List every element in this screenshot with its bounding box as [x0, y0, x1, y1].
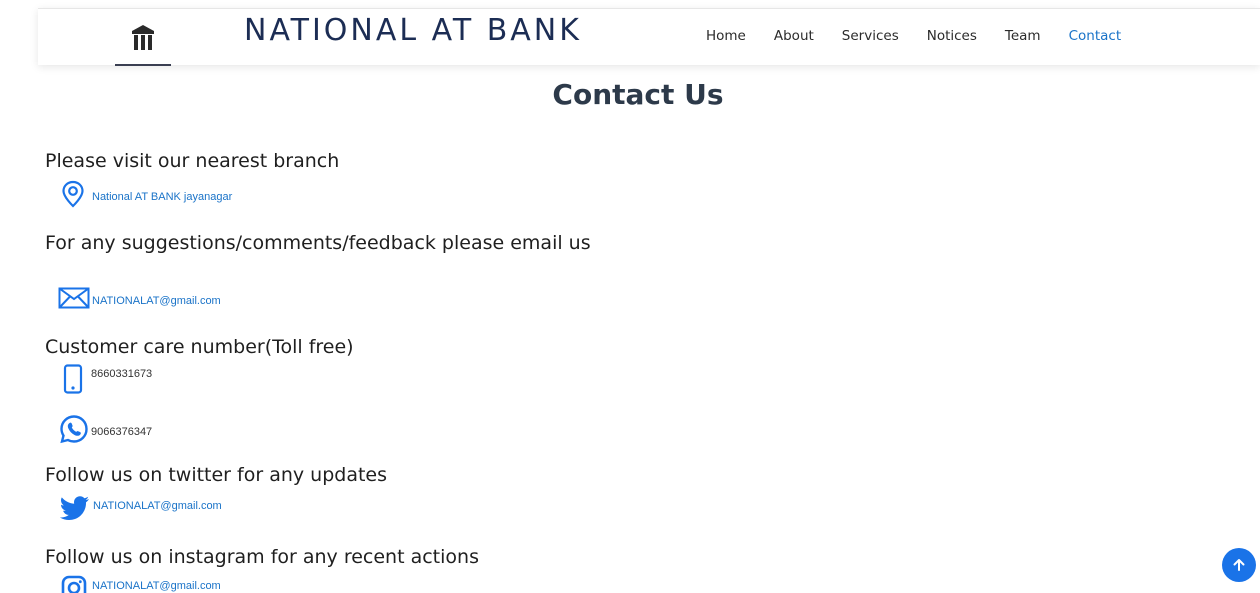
nav-notices[interactable]: Notices	[927, 28, 977, 44]
mail-icon	[58, 287, 90, 314]
page-title: Contact Us	[552, 78, 724, 111]
twitter-link[interactable]: NATIONALAT@gmail.com	[93, 500, 222, 512]
whatsapp-number[interactable]: 9066376347	[91, 426, 152, 438]
nav-home[interactable]: Home	[706, 28, 746, 44]
nav-team[interactable]: Team	[1005, 28, 1041, 44]
instagram-row: NATIONALAT@gmail.com	[61, 575, 221, 593]
brand-name[interactable]: NATIONAL AT BANK	[244, 13, 582, 48]
whatsapp-icon	[59, 414, 89, 449]
nav-about[interactable]: About	[774, 28, 814, 44]
twitter-heading: Follow us on twitter for any updates	[45, 464, 388, 486]
contact-page: NATIONAL AT BANK Home About Services Not…	[0, 0, 1260, 593]
nav-contact[interactable]: Contact	[1069, 28, 1122, 44]
email-heading: For any suggestions/comments/feedback pl…	[45, 232, 591, 254]
nav-services[interactable]: Services	[842, 28, 899, 44]
phone-row: 8660331673	[63, 364, 152, 399]
location-icon	[61, 180, 85, 213]
arrow-up-icon	[1233, 559, 1245, 571]
phone-number[interactable]: 8660331673	[91, 368, 152, 380]
instagram-link[interactable]: NATIONALAT@gmail.com	[92, 580, 221, 592]
customer-care-heading: Customer care number(Toll free)	[45, 336, 354, 358]
mobile-phone-icon	[63, 364, 83, 399]
twitter-icon	[59, 496, 90, 525]
branch-row: National AT BANK jayanagar	[61, 180, 232, 213]
branch-link[interactable]: National AT BANK jayanagar	[92, 191, 232, 203]
main-nav: Home About Services Notices Team Contact	[706, 28, 1149, 44]
instagram-heading: Follow us on instagram for any recent ac…	[45, 546, 479, 568]
instagram-icon	[61, 575, 87, 593]
bank-logo[interactable]	[115, 12, 171, 66]
bank-logo-icon	[132, 25, 154, 50]
email-link[interactable]: NATIONALAT@gmail.com	[92, 295, 221, 307]
twitter-row: NATIONALAT@gmail.com	[59, 496, 222, 525]
branch-heading: Please visit our nearest branch	[45, 150, 340, 172]
email-row: NATIONALAT@gmail.com	[58, 287, 221, 314]
scroll-to-top-button[interactable]	[1222, 548, 1256, 582]
site-header: NATIONAL AT BANK Home About Services Not…	[38, 8, 1260, 66]
whatsapp-row: 9066376347	[59, 414, 152, 449]
